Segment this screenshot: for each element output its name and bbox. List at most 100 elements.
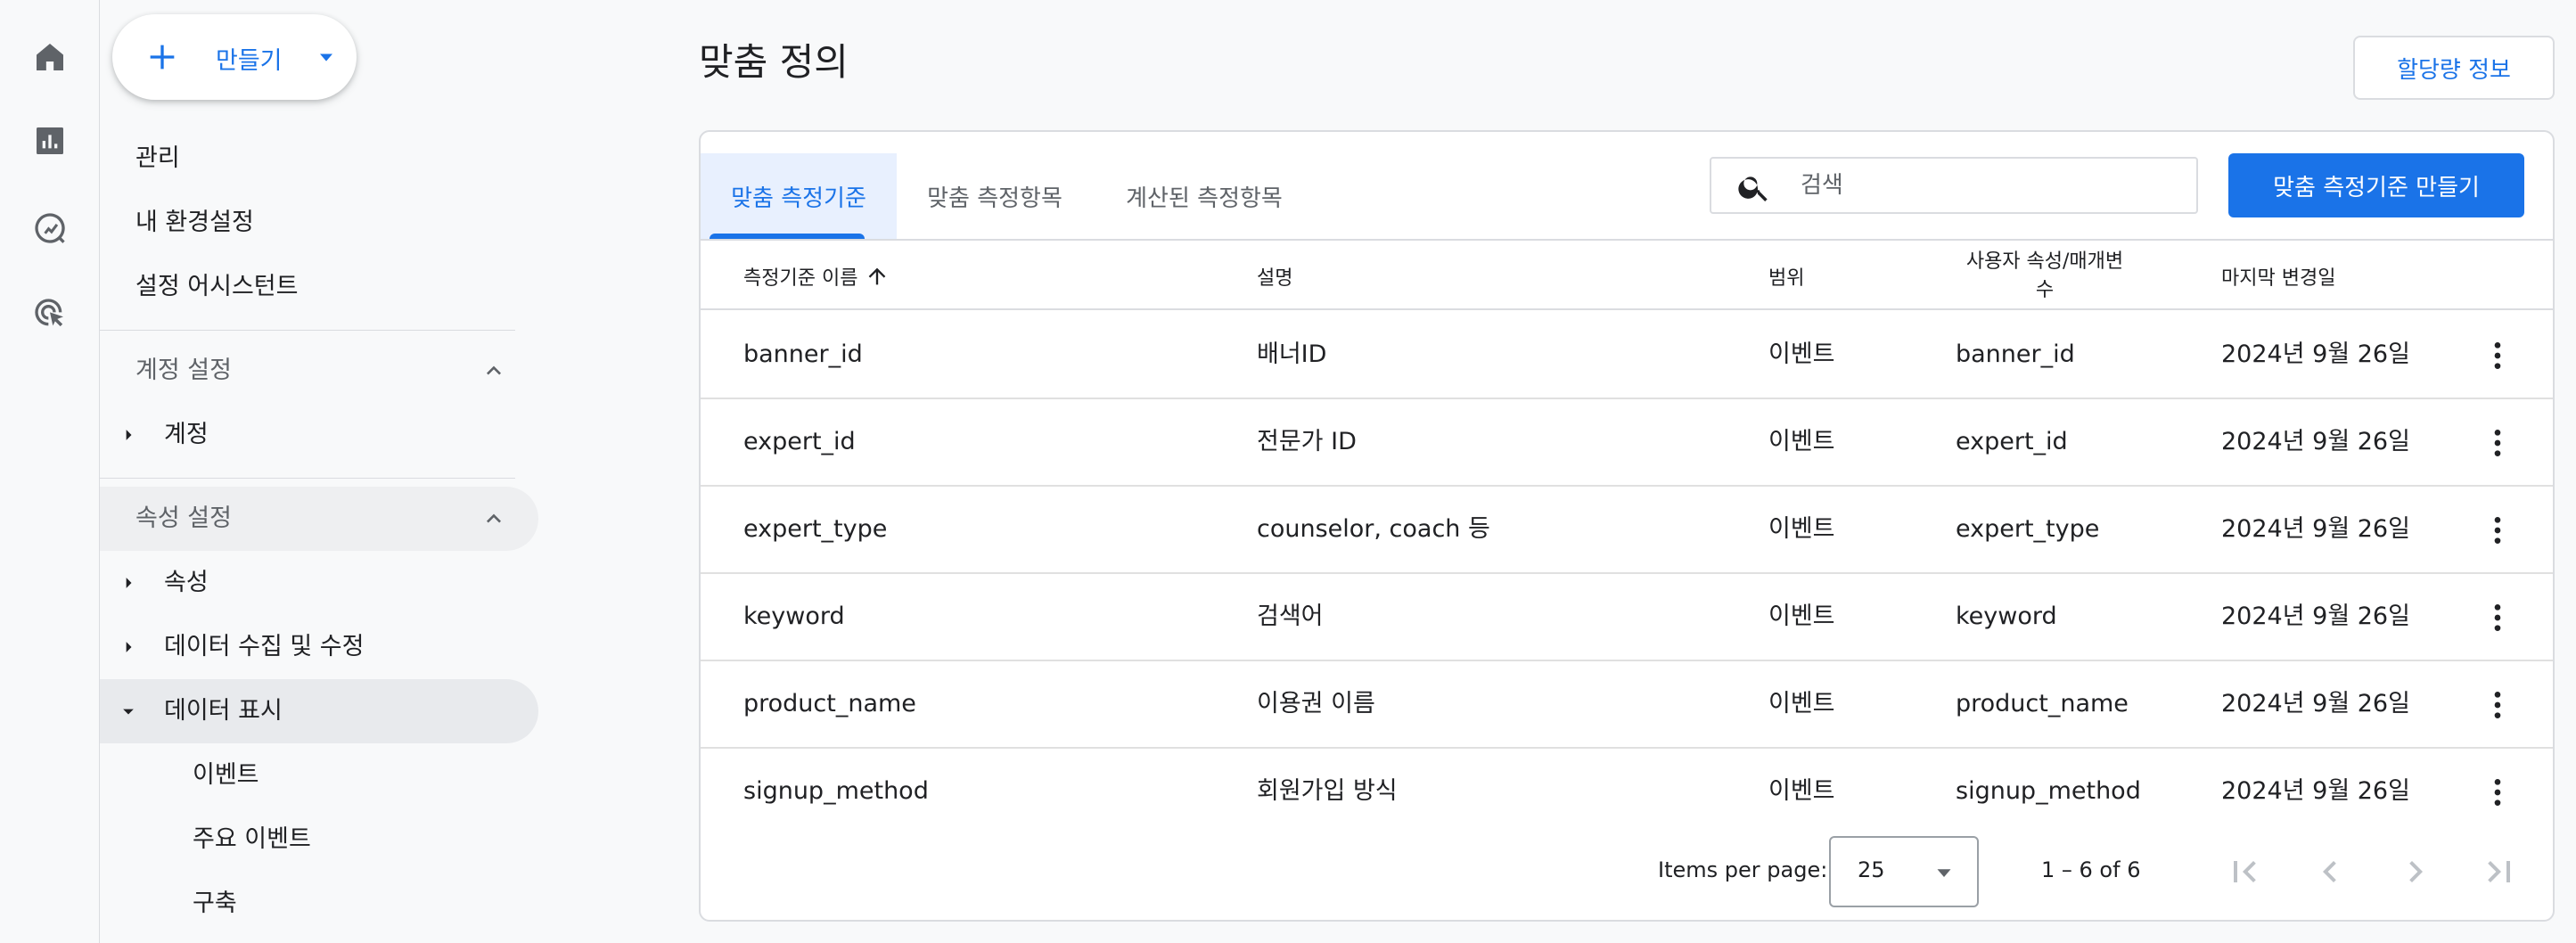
column-header-label: 수 [2035, 279, 2055, 301]
tree-item-account[interactable]: 계정 [100, 403, 538, 467]
search-input[interactable] [1801, 168, 2175, 203]
tree-item-label: 데이터 수집 및 수정 [164, 633, 365, 660]
column-header-last-changed: 마지막 변경일 [2221, 267, 2336, 290]
more-vert-icon[interactable] [2480, 687, 2515, 723]
cell-param: expert_id [1956, 428, 2068, 455]
nav-item-setup-assistant[interactable]: 설정 어시스턴트 [135, 267, 298, 307]
cell-description: 검색어 [1257, 603, 1324, 630]
paginator: Items per page: 25 1 – 6 of 6 [701, 836, 2553, 907]
tab-custom-dimensions[interactable]: 맞춤 측정기준 [701, 153, 897, 239]
more-vert-icon[interactable] [2480, 775, 2515, 810]
more-vert-icon[interactable] [2480, 600, 2515, 636]
first-page-icon[interactable] [2223, 850, 2266, 893]
cell-name: product_name [743, 690, 916, 718]
table-row[interactable]: expert_type counselor, coach 등 이벤트 exper… [701, 487, 2553, 574]
column-header-name[interactable]: 측정기준 이름 [743, 262, 890, 291]
cell-name: expert_type [743, 515, 888, 543]
advertising-icon[interactable] [25, 289, 75, 339]
section-account-settings[interactable]: 계정 설정 [100, 339, 538, 403]
caret-down-icon [1931, 859, 1957, 886]
explore-icon[interactable] [25, 203, 75, 253]
chevron-up-icon [480, 357, 508, 385]
cell-scope: 이벤트 [1768, 690, 1835, 718]
cell-date: 2024년 9월 26일 [2221, 340, 2410, 368]
cell-name: banner_id [743, 340, 863, 368]
reports-icon[interactable] [25, 116, 75, 166]
cell-description: 이용권 이름 [1257, 690, 1375, 718]
cell-date: 2024년 9월 26일 [2221, 777, 2410, 805]
cell-description: 회원가입 방식 [1257, 777, 1398, 805]
column-header-label: 사용자 속성/매개변 [1965, 250, 2124, 273]
cell-date: 2024년 9월 26일 [2221, 428, 2410, 455]
create-button-label: 만들기 [216, 47, 283, 75]
create-custom-dimension-button[interactable]: 맞춤 측정기준 만들기 [2228, 153, 2524, 217]
tree-item-label: 속성 [164, 569, 209, 596]
next-page-icon[interactable] [2394, 850, 2437, 893]
table-row[interactable]: banner_id 배너ID 이벤트 banner_id 2024년 9월 26… [701, 312, 2553, 399]
cell-description: 배너ID [1257, 340, 1327, 368]
cell-scope: 이벤트 [1768, 777, 1835, 805]
cell-name: expert_id [743, 428, 856, 455]
page-title: 맞춤 정의 [699, 40, 849, 84]
sub-item-key-events[interactable]: 주요 이벤트 [193, 820, 311, 859]
tab-label: 맞춤 측정기준 [731, 184, 866, 212]
sub-item-audiences[interactable]: 구축 [193, 884, 237, 923]
caret-down-icon [314, 45, 339, 70]
cell-name: signup_method [743, 777, 929, 805]
search-icon [1736, 169, 1772, 205]
cell-name: keyword [743, 603, 845, 630]
table-row[interactable]: product_name 이용권 이름 이벤트 product_name 202… [701, 661, 2553, 749]
more-vert-icon[interactable] [2480, 338, 2515, 373]
items-per-page-select[interactable]: 25 [1829, 836, 1979, 907]
table-row[interactable]: signup_method 회원가입 방식 이벤트 signup_method … [701, 749, 2553, 836]
table-row[interactable]: keyword 검색어 이벤트 keyword 2024년 9월 26일 [701, 574, 2553, 661]
more-vert-icon[interactable] [2480, 425, 2515, 461]
cell-param: banner_id [1956, 340, 2075, 368]
cell-param: expert_type [1956, 515, 2100, 543]
nav-item-preferences[interactable]: 내 환경설정 [135, 203, 254, 242]
last-page-icon[interactable] [2478, 850, 2521, 893]
cell-description: 전문가 ID [1257, 428, 1357, 455]
tab-custom-metrics[interactable]: 맞춤 측정항목 [897, 153, 1093, 239]
caret-right-icon [116, 422, 141, 447]
cell-date: 2024년 9월 26일 [2221, 603, 2410, 630]
cell-description: counselor, coach 등 [1257, 515, 1490, 543]
cell-scope: 이벤트 [1768, 515, 1835, 543]
page-range: 1 – 6 of 6 [2041, 857, 2141, 882]
tab-calculated-metrics[interactable]: 계산된 측정항목 [1093, 153, 1316, 239]
tree-item-data-display[interactable]: 데이터 표시 [100, 679, 538, 743]
quota-info-button[interactable]: 할당량 정보 [2353, 36, 2555, 100]
definitions-card: 맞춤 측정기준 맞춤 측정항목 계산된 측정항목 맞춤 측정기준 만들기 측정기… [699, 130, 2555, 922]
tree-item-data-collection[interactable]: 데이터 수집 및 수정 [100, 615, 538, 679]
plus-icon [144, 39, 180, 75]
cell-param: keyword [1956, 603, 2057, 630]
cell-scope: 이벤트 [1768, 428, 1835, 455]
section-property-settings[interactable]: 속성 설정 [100, 487, 538, 551]
tree-item-label: 데이터 표시 [164, 697, 283, 725]
section-label: 속성 설정 [135, 504, 232, 532]
tab-label: 계산된 측정항목 [1126, 184, 1283, 212]
column-header-user-property: 사용자 속성/매개변 수 [1956, 248, 2134, 305]
cell-scope: 이벤트 [1768, 603, 1835, 630]
tree-item-property[interactable]: 속성 [100, 551, 538, 615]
arrow-up-icon [869, 267, 886, 285]
chevron-up-icon [480, 504, 508, 533]
items-per-page-value: 25 [1858, 857, 1885, 882]
tab-label: 맞춤 측정항목 [927, 184, 1062, 212]
home-icon[interactable] [25, 32, 75, 82]
search-box [1710, 157, 2198, 214]
caret-down-icon [116, 699, 141, 724]
nav-item-admin[interactable]: 관리 [135, 139, 180, 178]
cell-scope: 이벤트 [1768, 340, 1835, 368]
column-header-description: 설명 [1257, 267, 1293, 290]
prev-page-icon[interactable] [2309, 850, 2351, 893]
more-vert-icon[interactable] [2480, 512, 2515, 548]
cell-date: 2024년 9월 26일 [2221, 690, 2410, 718]
column-header-label: 측정기준 이름 [743, 267, 858, 290]
cell-param: product_name [1956, 690, 2129, 718]
table-header: 측정기준 이름 설명 범위 사용자 속성/매개변 수 마지막 변경일 [701, 241, 2553, 310]
left-rail [0, 0, 100, 943]
sub-item-events[interactable]: 이벤트 [193, 756, 259, 795]
create-button[interactable]: 만들기 [112, 14, 357, 100]
table-row[interactable]: expert_id 전문가 ID 이벤트 expert_id 2024년 9월 … [701, 399, 2553, 487]
